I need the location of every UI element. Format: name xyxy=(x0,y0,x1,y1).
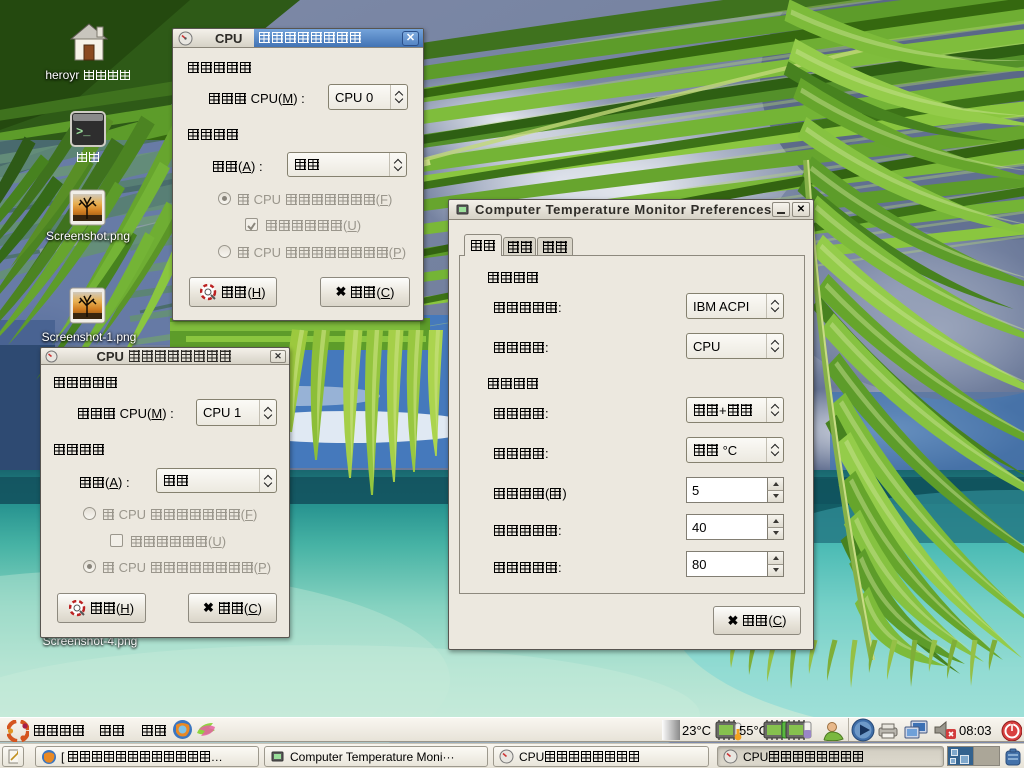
svg-text:>_: >_ xyxy=(76,125,91,139)
